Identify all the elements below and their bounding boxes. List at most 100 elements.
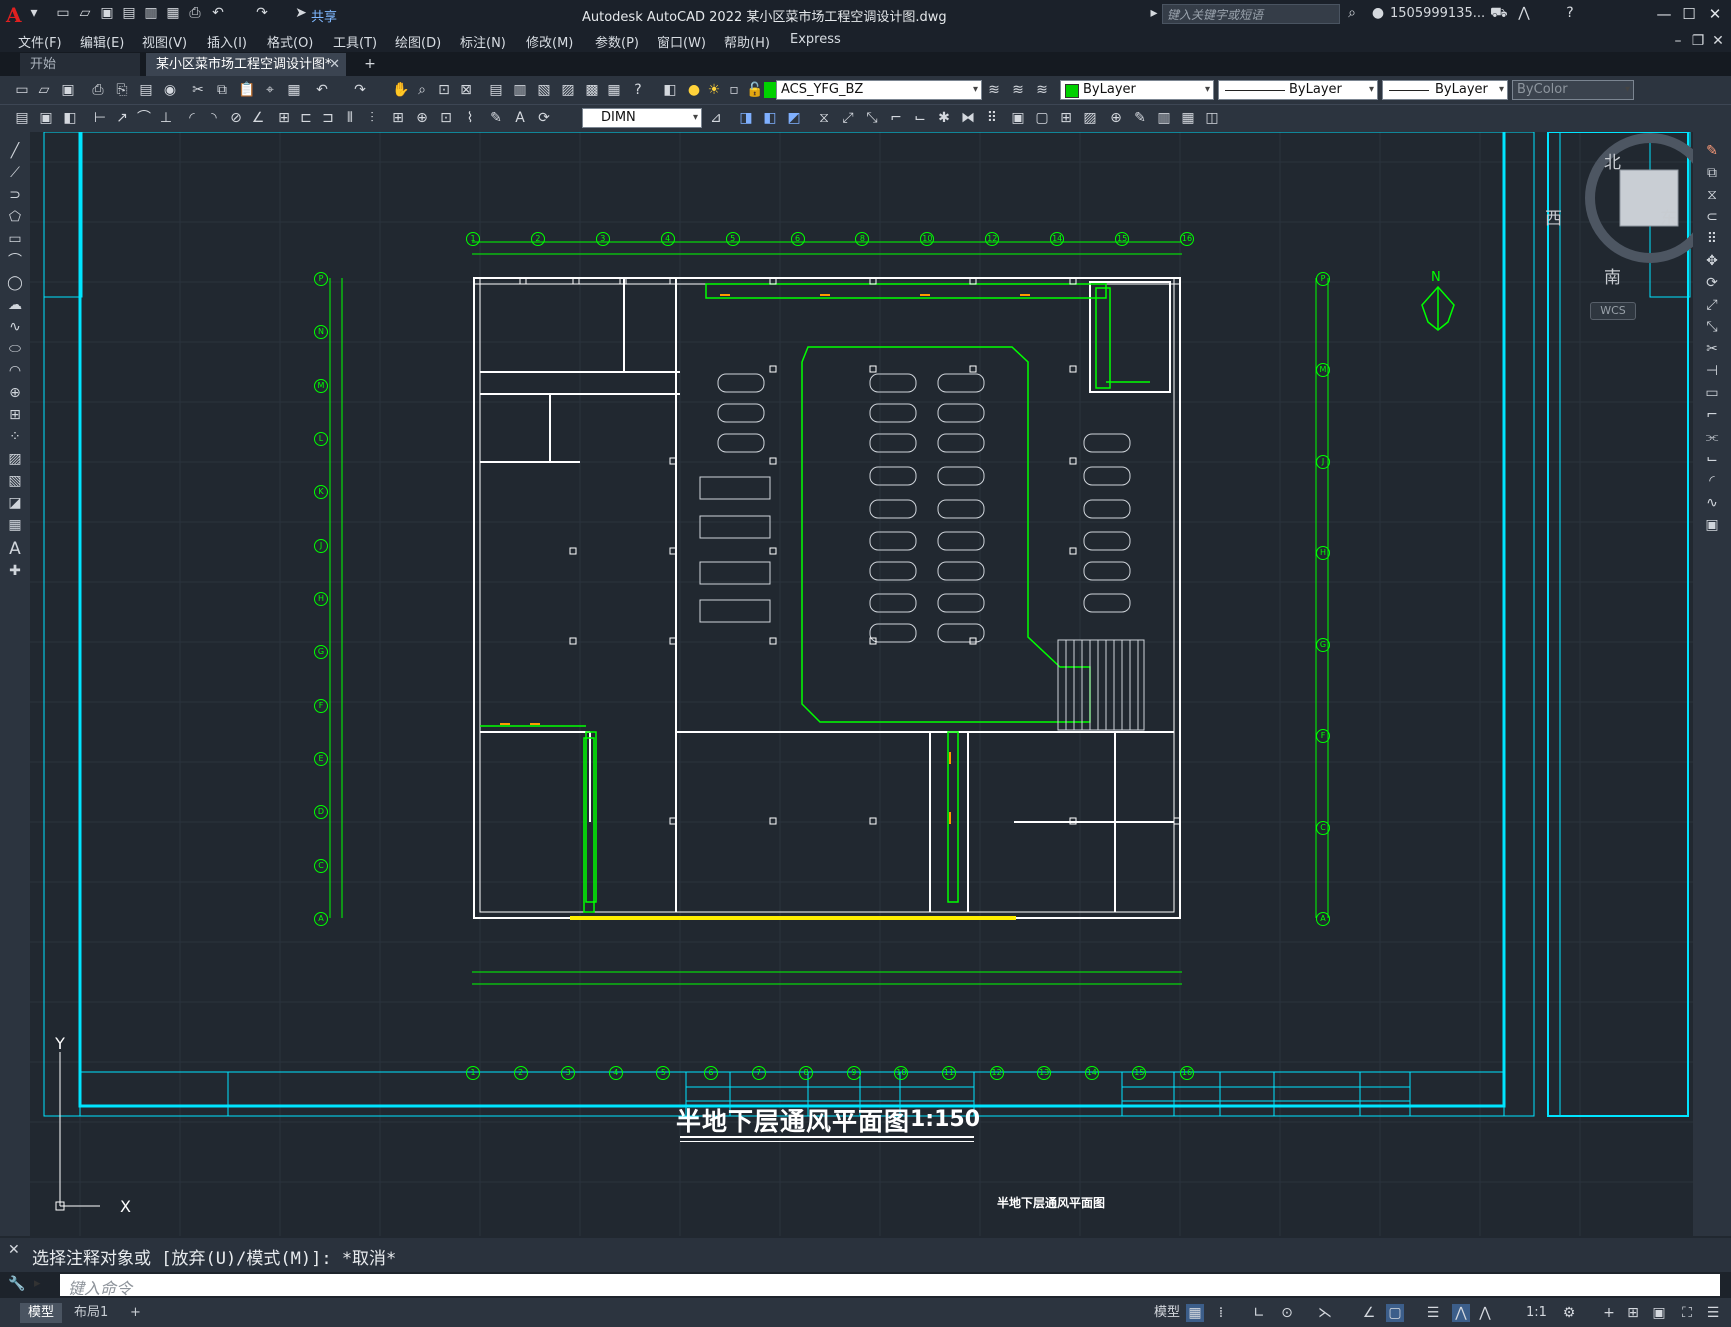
- table-icon[interactable]: ▦: [6, 516, 24, 534]
- customize-menu-icon[interactable]: ☰: [1704, 1304, 1722, 1322]
- properties-icon[interactable]: ▤: [14, 110, 30, 126]
- bring-front-icon[interactable]: ◨: [738, 110, 754, 126]
- linear-dimension-icon[interactable]: ⊢: [92, 110, 108, 126]
- match-properties-icon[interactable]: ⌖: [262, 82, 278, 98]
- offset-icon[interactable]: ⊂: [1703, 208, 1721, 226]
- redo-icon[interactable]: ↷: [352, 82, 368, 98]
- circle-icon[interactable]: ◯: [6, 274, 24, 292]
- rectangle-icon[interactable]: ▭: [6, 230, 24, 248]
- fillet-icon[interactable]: ⌐: [888, 110, 904, 126]
- table-icon[interactable]: ▦: [1180, 110, 1196, 126]
- zoom-window-icon[interactable]: ⊡: [436, 82, 452, 98]
- mirror-icon[interactable]: ⧖: [816, 110, 832, 126]
- line-icon[interactable]: ╱: [6, 142, 24, 160]
- join-icon[interactable]: ⧓: [960, 110, 976, 126]
- trim-icon[interactable]: ✂: [1703, 340, 1721, 358]
- move-icon[interactable]: ✥: [1703, 252, 1721, 270]
- tab-layout1[interactable]: 布局1: [66, 1303, 116, 1323]
- ordinate-icon[interactable]: ⊥: [158, 110, 174, 126]
- add-selected-icon[interactable]: ✚: [6, 562, 24, 580]
- explode-icon[interactable]: ▣: [1703, 516, 1721, 534]
- layer-viewport-icon[interactable]: ▫: [726, 82, 742, 98]
- ungroup-icon[interactable]: ▢: [1034, 110, 1050, 126]
- menu-tools[interactable]: 工具(T): [333, 32, 377, 51]
- erase-icon[interactable]: ✎: [1703, 142, 1721, 160]
- layer-thaw-sun-icon[interactable]: ☀: [706, 82, 722, 98]
- scale-icon[interactable]: ⤢: [1703, 296, 1721, 314]
- revcloud-icon[interactable]: ☁: [6, 296, 24, 314]
- group-icon[interactable]: ▣: [1010, 110, 1026, 126]
- menu-parametric[interactable]: 参数(P): [595, 32, 639, 51]
- extend-icon[interactable]: ⊣: [1703, 362, 1721, 380]
- autodesk-app-icon[interactable]: ⋀: [1516, 5, 1532, 21]
- markup-icon[interactable]: ▩: [584, 82, 600, 98]
- help-search-input[interactable]: 键入关键字或短语: [1162, 4, 1340, 24]
- jogged-linear-icon[interactable]: ⌇: [462, 110, 478, 126]
- app-menu-chevron-icon[interactable]: ▾: [26, 5, 42, 21]
- join-icon[interactable]: ⫘: [1703, 428, 1721, 446]
- share-icon[interactable]: ➤: [293, 5, 309, 21]
- break-point-icon[interactable]: ▭: [1703, 384, 1721, 402]
- menu-format[interactable]: 格式(O): [267, 32, 313, 51]
- blend-icon[interactable]: ∿: [1703, 494, 1721, 512]
- add-layout-plus-icon[interactable]: +: [122, 1303, 149, 1323]
- plot-icon[interactable]: ⎙: [187, 5, 203, 21]
- ortho-icon[interactable]: ∟: [1250, 1304, 1268, 1322]
- plotstyle-dropdown[interactable]: ByColor ▾: [1512, 80, 1634, 100]
- menu-window[interactable]: 窗口(W): [657, 32, 706, 51]
- array-icon[interactable]: ⠿: [984, 110, 1000, 126]
- lineweight-icon[interactable]: ☰: [1424, 1304, 1442, 1322]
- layer-on-bulb-icon[interactable]: ●: [686, 82, 702, 98]
- quick-dim-icon[interactable]: ⊞: [276, 110, 292, 126]
- minimize-button[interactable]: —: [1652, 3, 1676, 25]
- aligned-dimension-icon[interactable]: ↗: [114, 110, 130, 126]
- model-space-button[interactable]: 模型: [1146, 1303, 1188, 1323]
- save-icon[interactable]: ▣: [60, 82, 76, 98]
- zoom-realtime-icon[interactable]: ⌕: [414, 82, 430, 98]
- lineweight-dropdown[interactable]: ByLayer ▾: [1382, 80, 1508, 100]
- menu-draw[interactable]: 绘图(D): [395, 32, 441, 51]
- angular-icon[interactable]: ∠: [250, 110, 266, 126]
- explode-icon[interactable]: ✱: [936, 110, 952, 126]
- properties-icon[interactable]: ▤: [488, 82, 504, 98]
- attribute-icon[interactable]: ✎: [1132, 110, 1148, 126]
- menu-insert[interactable]: 插入(I): [207, 32, 247, 51]
- edit-dim-icon[interactable]: ✎: [488, 110, 504, 126]
- tab-drawing[interactable]: 某小区菜市场工程空调设计图* ✕: [146, 53, 346, 76]
- save-web-icon[interactable]: ▦: [165, 5, 181, 21]
- field-icon[interactable]: ▥: [1156, 110, 1172, 126]
- osnap-tracking-icon[interactable]: ∠: [1360, 1304, 1378, 1322]
- menu-file[interactable]: 文件(F): [18, 32, 62, 51]
- viewcube-west[interactable]: 西: [1545, 204, 1562, 229]
- doc-close-button[interactable]: ✕: [1710, 33, 1726, 49]
- image-icon[interactable]: ▨: [1082, 110, 1098, 126]
- menu-view[interactable]: 视图(V): [142, 32, 187, 51]
- match-icon[interactable]: ▣: [38, 110, 54, 126]
- undo-icon[interactable]: ↶: [210, 5, 226, 21]
- save-icon[interactable]: ▣: [99, 5, 115, 21]
- isodraft-icon[interactable]: ⋋: [1316, 1304, 1334, 1322]
- open-icon[interactable]: ▱: [36, 82, 52, 98]
- insert-block-icon[interactable]: ⊕: [1108, 110, 1124, 126]
- color-dropdown[interactable]: ByLayer ▾: [1060, 80, 1214, 100]
- user-account[interactable]: 1505999135...: [1390, 6, 1485, 21]
- inspect-icon[interactable]: ⊡: [438, 110, 454, 126]
- menu-edit[interactable]: 编辑(E): [80, 32, 124, 51]
- undo-icon[interactable]: ↶: [314, 82, 330, 98]
- new-tab-plus-icon[interactable]: +: [362, 56, 378, 72]
- array-icon[interactable]: ⠿: [1703, 230, 1721, 248]
- send-back-icon[interactable]: ◧: [762, 110, 778, 126]
- tab-model[interactable]: 模型: [20, 1303, 63, 1323]
- quick-properties-icon[interactable]: ▣: [1650, 1304, 1668, 1322]
- tab-close-icon[interactable]: ✕: [329, 53, 340, 76]
- units-icon[interactable]: ⊞: [1624, 1304, 1642, 1322]
- 3d-print-icon[interactable]: ◉: [162, 82, 178, 98]
- block-editor-icon[interactable]: ▦: [286, 82, 302, 98]
- snap-icon[interactable]: ⁞: [1212, 1304, 1230, 1322]
- layer-properties-icon[interactable]: ◧: [662, 82, 678, 98]
- wcs-menu[interactable]: WCS: [1590, 302, 1636, 320]
- stretch-icon[interactable]: ⤡: [1703, 318, 1721, 336]
- save-as-icon[interactable]: ▤: [121, 5, 137, 21]
- spline-icon[interactable]: ∿: [6, 318, 24, 336]
- auto-scale-icon[interactable]: ⋀: [1476, 1304, 1494, 1322]
